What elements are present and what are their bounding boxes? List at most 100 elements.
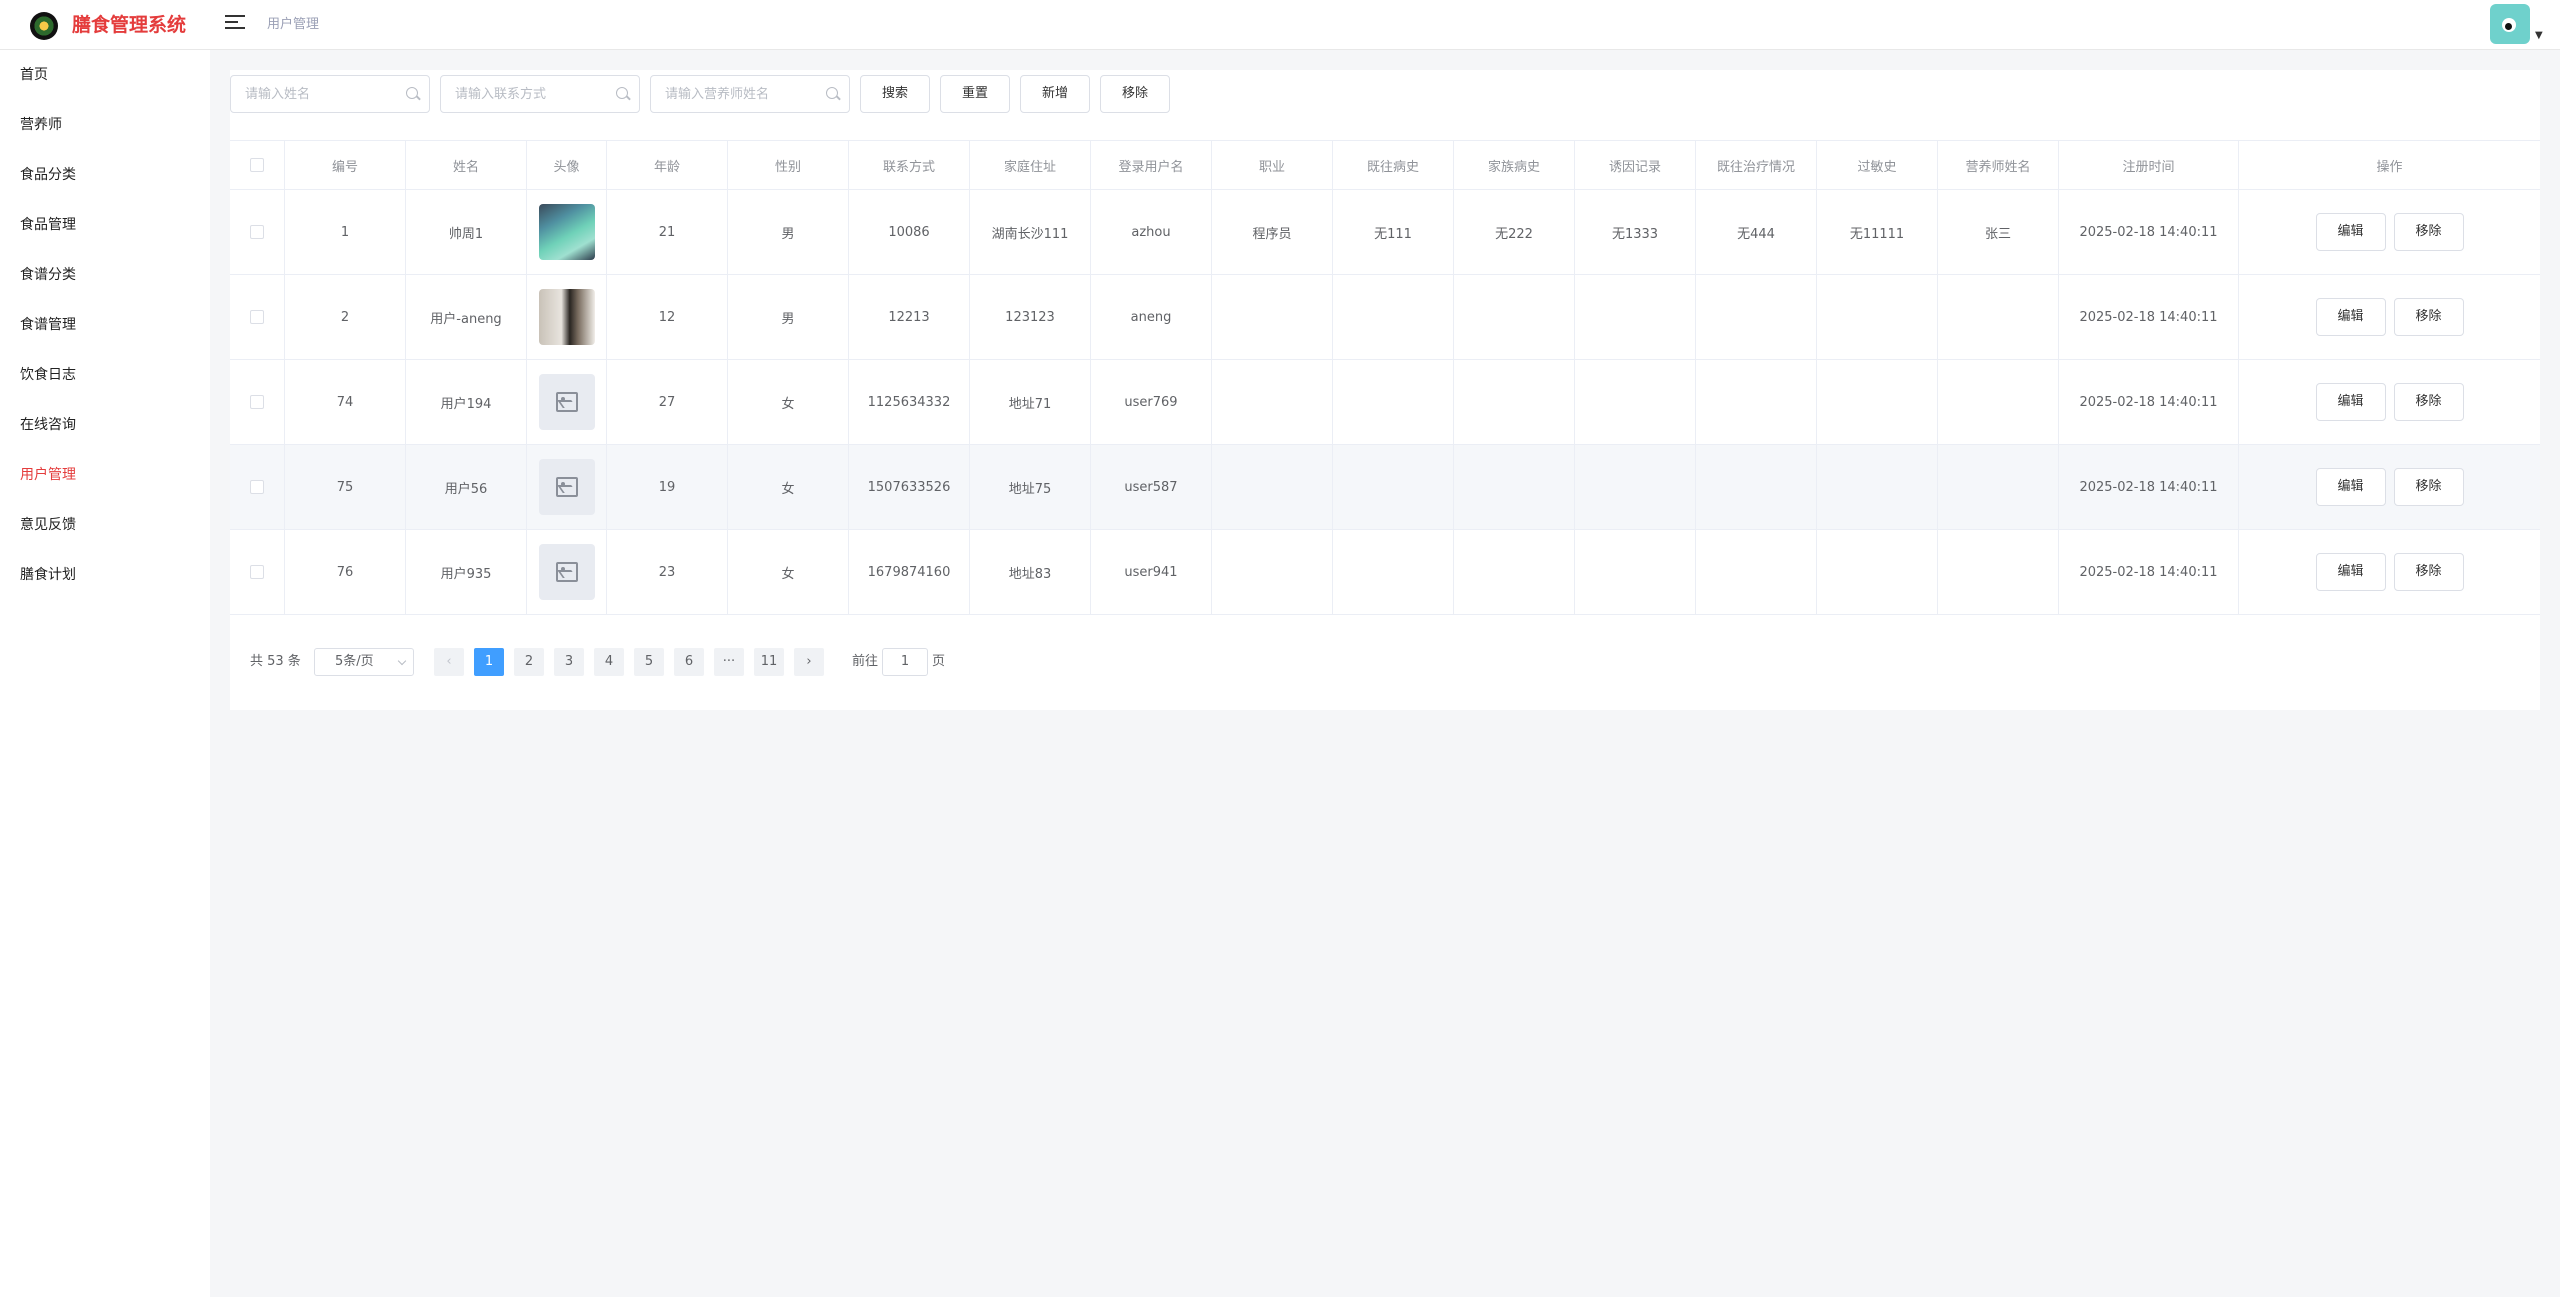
- image-placeholder-icon: [555, 562, 578, 582]
- cell-job: [1212, 275, 1333, 359]
- avatar-placeholder[interactable]: [538, 374, 595, 430]
- breadcrumb[interactable]: 用户管理: [267, 15, 319, 35]
- sidebar-item-food-category[interactable]: 食品分类: [0, 150, 210, 200]
- column-header[interactable]: 过敏史: [1817, 141, 1938, 189]
- sidebar-item-diet-log[interactable]: 饮食日志: [0, 350, 210, 400]
- cell-username: user769: [1091, 360, 1212, 444]
- cell-family: [1454, 445, 1575, 529]
- cell-actions: 编辑 移除: [2239, 445, 2540, 529]
- cell-dietitian: [1938, 275, 2059, 359]
- dietitian-search-input[interactable]: [650, 75, 850, 113]
- column-header[interactable]: 既往病史: [1333, 141, 1454, 189]
- page-button[interactable]: 3: [554, 648, 584, 676]
- page-size-select[interactable]: 5条/页: [314, 648, 414, 676]
- cell-id: 75: [285, 445, 406, 529]
- edit-button[interactable]: 编辑: [2315, 553, 2386, 591]
- cell-treatment: [1696, 445, 1817, 529]
- sidebar-item-consultation[interactable]: 在线咨询: [0, 400, 210, 450]
- column-header[interactable]: 营养师姓名: [1938, 141, 2059, 189]
- cell-address: 123123: [970, 275, 1091, 359]
- prev-page-button[interactable]: ‹: [434, 648, 464, 676]
- column-header[interactable]: 注册时间: [2059, 141, 2239, 189]
- avatar-placeholder[interactable]: [538, 459, 595, 515]
- sidebar-item-user-management[interactable]: 用户管理: [0, 450, 210, 500]
- sidebar-item-home[interactable]: 首页: [0, 50, 210, 100]
- sidebar-item-dietitian[interactable]: 营养师: [0, 100, 210, 150]
- cell-address: 地址71: [970, 360, 1091, 444]
- sidebar-item-feedback[interactable]: 意见反馈: [0, 500, 210, 550]
- column-header[interactable]: 诱因记录: [1575, 141, 1696, 189]
- cell-dietitian: [1938, 445, 2059, 529]
- column-header[interactable]: 职业: [1212, 141, 1333, 189]
- page-button[interactable]: 6: [674, 648, 704, 676]
- edit-button[interactable]: 编辑: [2315, 468, 2386, 506]
- avatar-placeholder[interactable]: [538, 544, 595, 600]
- page-button[interactable]: 4: [594, 648, 624, 676]
- remove-button[interactable]: 移除: [2393, 553, 2464, 591]
- column-header[interactable]: 登录用户名: [1091, 141, 1212, 189]
- table-row[interactable]: 74 用户194 27 女 1125634332 地址71 user769 20…: [230, 360, 2540, 445]
- edit-button[interactable]: 编辑: [2315, 298, 2386, 336]
- page-button[interactable]: 5: [634, 648, 664, 676]
- menu-toggle-icon[interactable]: [225, 15, 245, 35]
- cell-history: [1333, 275, 1454, 359]
- select-cell: [230, 275, 285, 359]
- bulk-remove-button[interactable]: 移除: [1100, 75, 1170, 113]
- sidebar-item-food-management[interactable]: 食品管理: [0, 200, 210, 250]
- user-avatar[interactable]: [2490, 4, 2530, 44]
- remove-button[interactable]: 移除: [2393, 298, 2464, 336]
- contact-search-input[interactable]: [440, 75, 640, 113]
- table-row[interactable]: 75 用户56 19 女 1507633526 地址75 user587 202…: [230, 445, 2540, 530]
- cell-age: 21: [607, 190, 728, 274]
- table-row[interactable]: 2 用户-aneng 12 男 12213 123123 aneng 2025-…: [230, 275, 2540, 360]
- cell-family: [1454, 530, 1575, 614]
- page-button[interactable]: 2: [514, 648, 544, 676]
- column-header[interactable]: 联系方式: [849, 141, 970, 189]
- table-row[interactable]: 1 帅周1 21 男 10086 湖南长沙111 azhou 程序员 无111 …: [230, 190, 2540, 275]
- page-suffix: 页: [932, 654, 946, 669]
- column-header[interactable]: 既往治疗情况: [1696, 141, 1817, 189]
- search-button[interactable]: 搜索: [860, 75, 930, 113]
- cell-avatar: [527, 530, 607, 614]
- sidebar-item-meal-plan[interactable]: 膳食计划: [0, 550, 210, 600]
- edit-button[interactable]: 编辑: [2315, 383, 2386, 421]
- name-search-input[interactable]: [230, 75, 430, 113]
- sidebar-item-recipe-category[interactable]: 食谱分类: [0, 250, 210, 300]
- page-button[interactable]: 1: [474, 648, 504, 676]
- edit-button[interactable]: 编辑: [2315, 213, 2386, 251]
- select-cell: [230, 190, 285, 274]
- goto-page-input[interactable]: 1: [882, 648, 928, 676]
- column-header[interactable]: 家庭住址: [970, 141, 1091, 189]
- sidebar-item-recipe-management[interactable]: 食谱管理: [0, 300, 210, 350]
- avatar-image[interactable]: [538, 204, 595, 260]
- image-placeholder-icon: [555, 392, 578, 412]
- column-header[interactable]: 头像: [527, 141, 607, 189]
- page-button[interactable]: 11: [754, 648, 784, 676]
- cell-trigger: [1575, 445, 1696, 529]
- row-checkbox[interactable]: [250, 225, 264, 239]
- table-row[interactable]: 76 用户935 23 女 1679874160 地址83 user941 20…: [230, 530, 2540, 615]
- more-pages-button[interactable]: ···: [714, 648, 744, 676]
- add-button[interactable]: 新增: [1020, 75, 1090, 113]
- select-all-checkbox[interactable]: [250, 158, 264, 172]
- column-header[interactable]: 年龄: [607, 141, 728, 189]
- cell-time: 2025-02-18 14:40:11: [2059, 275, 2239, 359]
- row-checkbox[interactable]: [250, 310, 264, 324]
- row-checkbox[interactable]: [250, 395, 264, 409]
- row-checkbox[interactable]: [250, 565, 264, 579]
- reset-button[interactable]: 重置: [940, 75, 1010, 113]
- cell-avatar: [527, 190, 607, 274]
- remove-button[interactable]: 移除: [2393, 383, 2464, 421]
- caret-down-icon[interactable]: ▼: [2535, 30, 2543, 41]
- column-header[interactable]: 姓名: [406, 141, 527, 189]
- cell-gender: 女: [728, 445, 849, 529]
- avatar-image[interactable]: [538, 289, 595, 345]
- column-header[interactable]: 编号: [285, 141, 406, 189]
- column-header[interactable]: 家族病史: [1454, 141, 1575, 189]
- cell-trigger: [1575, 275, 1696, 359]
- column-header[interactable]: 性别: [728, 141, 849, 189]
- remove-button[interactable]: 移除: [2393, 213, 2464, 251]
- row-checkbox[interactable]: [250, 480, 264, 494]
- next-page-button[interactable]: ›: [794, 648, 824, 676]
- remove-button[interactable]: 移除: [2393, 468, 2464, 506]
